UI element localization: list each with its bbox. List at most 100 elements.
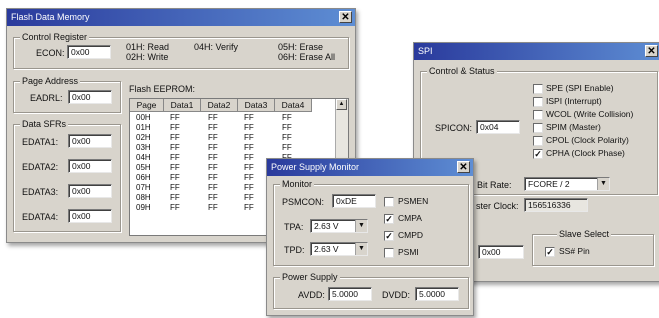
eeprom-page-cell[interactable]: 07H [136, 183, 151, 192]
eeprom-data-cell[interactable]: FF [208, 123, 218, 132]
edata3-field[interactable]: 0x00 [68, 184, 112, 198]
tpa-value: 2.63 V [314, 221, 339, 231]
eeprom-data-cell[interactable]: FF [170, 163, 180, 172]
eeprom-data-cell[interactable]: FF [282, 133, 292, 142]
eeprom-data-cell[interactable]: FF [208, 203, 218, 212]
spi-flag-label: CPHA (Clock Phase) [546, 148, 625, 158]
tpd-select[interactable]: 2.63 V ▼ [310, 242, 368, 256]
psm-flag-checkbox[interactable] [384, 248, 394, 258]
eeprom-data-cell[interactable]: FF [208, 163, 218, 172]
eeprom-data-cell[interactable]: FF [282, 123, 292, 132]
eeprom-col-header[interactable]: Data2 [201, 99, 238, 112]
chevron-down-icon[interactable]: ▼ [355, 220, 367, 232]
spi-flag-checkbox[interactable] [533, 110, 543, 120]
econ-legend-verify: 04H: Verify [194, 42, 239, 52]
eeprom-page-cell[interactable]: 04H [136, 153, 151, 162]
eeprom-col-header[interactable]: Data1 [164, 99, 201, 112]
eeprom-data-cell[interactable]: FF [244, 193, 254, 202]
psm-flag-label: PSMI [398, 247, 419, 257]
close-icon[interactable]: ✕ [457, 161, 470, 173]
eeprom-data-cell[interactable]: FF [208, 143, 218, 152]
eeprom-data-cell[interactable]: FF [244, 143, 254, 152]
eeprom-page-cell[interactable]: 09H [136, 203, 151, 212]
eeprom-data-cell[interactable]: FF [244, 183, 254, 192]
psm-flag-checkbox[interactable]: ✓ [384, 214, 394, 224]
avdd-label: AVDD: [298, 290, 325, 300]
edata3-label: EDATA3: [22, 187, 59, 197]
econ-legend-read: 01H: Read [126, 42, 170, 52]
eeprom-data-cell[interactable]: FF [170, 193, 180, 202]
eeprom-col-header[interactable]: Page [130, 99, 164, 112]
spi-data-field[interactable]: 0x00 [478, 245, 524, 259]
eeprom-data-cell[interactable]: FF [170, 173, 180, 182]
econ-field[interactable]: 0x00 [67, 45, 111, 59]
chevron-down-icon[interactable]: ▼ [355, 243, 367, 255]
edata4-label: EDATA4: [22, 212, 59, 222]
eeprom-data-cell[interactable]: FF [244, 123, 254, 132]
eeprom-page-cell[interactable]: 01H [136, 123, 151, 132]
spicon-field[interactable]: 0x04 [476, 120, 520, 134]
psmcon-field[interactable]: 0xDE [332, 194, 376, 208]
flash-eeprom-label: Flash EEPROM: [129, 84, 196, 94]
eeprom-data-cell[interactable]: FF [282, 113, 292, 122]
bit-rate-select[interactable]: FCORE / 2 ▼ [524, 177, 610, 191]
data-sfrs-group: Data SFRs EDATA1: 0x00 EDATA2: 0x00 EDAT… [13, 119, 121, 232]
flash-window-titlebar[interactable]: Flash Data Memory ✕ [7, 9, 355, 26]
eeprom-col-header[interactable]: Data4 [275, 99, 312, 112]
eeprom-data-cell[interactable]: FF [208, 133, 218, 142]
dvdd-field[interactable]: 5.0000 [415, 287, 459, 301]
eeprom-data-cell[interactable]: FF [208, 113, 218, 122]
eeprom-data-cell[interactable]: FF [170, 133, 180, 142]
psm-window-title: Power Supply Monitor [271, 162, 360, 172]
eeprom-data-cell[interactable]: FF [170, 123, 180, 132]
eeprom-data-cell[interactable]: FF [170, 113, 180, 122]
eeprom-col-header[interactable]: Data3 [238, 99, 275, 112]
eeprom-data-cell[interactable]: FF [170, 183, 180, 192]
eeprom-page-cell[interactable]: 06H [136, 173, 151, 182]
tpd-value: 2.63 V [314, 244, 339, 254]
psm-flag-checkbox[interactable] [384, 197, 394, 207]
close-icon[interactable]: ✕ [645, 45, 658, 57]
spi-flag-label: SPE (SPI Enable) [546, 83, 614, 93]
edata1-field[interactable]: 0x00 [68, 134, 112, 148]
eeprom-data-cell[interactable]: FF [244, 163, 254, 172]
edata2-field[interactable]: 0x00 [68, 159, 112, 173]
eeprom-page-cell[interactable]: 03H [136, 143, 151, 152]
slave-select-group: Slave Select ✓ SS# Pin [532, 229, 654, 266]
eeprom-page-cell[interactable]: 00H [136, 113, 151, 122]
edata4-field[interactable]: 0x00 [68, 209, 112, 223]
page-address-group: Page Address EADRL: 0x00 [13, 76, 121, 113]
eeprom-data-cell[interactable]: FF [170, 143, 180, 152]
power-supply-group: Power Supply AVDD: 5.0000 DVDD: 5.0000 [273, 272, 469, 309]
spi-flag-checkbox[interactable] [533, 84, 543, 94]
eeprom-data-cell[interactable]: FF [244, 203, 254, 212]
eeprom-data-cell[interactable]: FF [244, 133, 254, 142]
eeprom-data-cell[interactable]: FF [208, 183, 218, 192]
spi-flag-checkbox[interactable] [533, 123, 543, 133]
spi-flag-checkbox[interactable]: ✓ [533, 149, 543, 159]
eadrl-field[interactable]: 0x00 [68, 90, 112, 104]
eeprom-data-cell[interactable]: FF [244, 153, 254, 162]
close-icon[interactable]: ✕ [339, 11, 352, 23]
eeprom-page-cell[interactable]: 05H [136, 163, 151, 172]
eeprom-page-cell[interactable]: 08H [136, 193, 151, 202]
eeprom-data-cell[interactable]: FF [244, 173, 254, 182]
eeprom-data-cell[interactable]: FF [208, 153, 218, 162]
eeprom-page-cell[interactable]: 02H [136, 133, 151, 142]
eeprom-data-cell[interactable]: FF [282, 143, 292, 152]
spi-window-titlebar[interactable]: SPI ✕ [414, 43, 659, 60]
chevron-down-icon[interactable]: ▼ [597, 178, 609, 190]
eeprom-data-cell[interactable]: FF [244, 113, 254, 122]
psm-flag-checkbox[interactable]: ✓ [384, 231, 394, 241]
eeprom-data-cell[interactable]: FF [208, 193, 218, 202]
psm-window-titlebar[interactable]: Power Supply Monitor ✕ [267, 159, 473, 176]
spi-flag-checkbox[interactable] [533, 136, 543, 146]
eeprom-data-cell[interactable]: FF [170, 203, 180, 212]
ss-pin-checkbox[interactable]: ✓ [545, 247, 555, 257]
spi-flag-checkbox[interactable] [533, 97, 543, 107]
eeprom-data-cell[interactable]: FF [208, 173, 218, 182]
tpa-select[interactable]: 2.63 V ▼ [310, 219, 368, 233]
scroll-up-icon[interactable]: ▲ [336, 99, 347, 110]
avdd-field[interactable]: 5.0000 [328, 287, 372, 301]
eeprom-data-cell[interactable]: FF [170, 153, 180, 162]
